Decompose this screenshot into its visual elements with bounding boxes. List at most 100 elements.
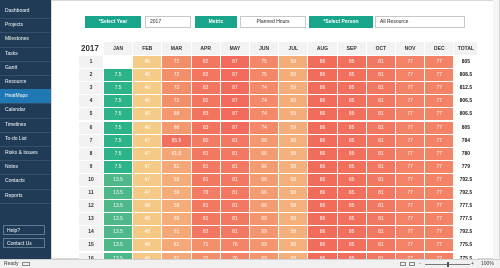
help-button[interactable]: Help? — [3, 225, 45, 235]
heatmap-cell[interactable]: 77 — [425, 226, 455, 240]
heatmap-cell[interactable]: 77 — [396, 239, 426, 253]
heatmap-cell[interactable]: 87 — [220, 56, 250, 70]
heatmap-cell[interactable]: 66 — [250, 173, 280, 187]
heatmap-cell[interactable]: 61.5 — [162, 147, 192, 161]
heatmap-cell[interactable]: 81 — [366, 147, 396, 161]
heatmap-cell[interactable]: 77 — [425, 160, 455, 174]
heatmap-cell[interactable]: 13.5 — [104, 187, 134, 201]
heatmap-cell[interactable]: 85 — [337, 173, 367, 187]
heatmap-cell[interactable]: 82 — [191, 82, 221, 96]
heatmap-cell[interactable]: 77 — [396, 213, 426, 227]
heatmap-cell[interactable]: 85 — [337, 69, 367, 83]
heatmap-cell[interactable]: 7.5 — [104, 108, 134, 122]
heatmap-cell[interactable]: 72 — [162, 56, 192, 70]
heatmap-cell[interactable]: 74 — [250, 108, 280, 122]
heatmap-cell[interactable]: 74 — [250, 121, 280, 135]
heatmap-cell[interactable]: 81 — [366, 226, 396, 240]
heatmap-cell[interactable]: 59 — [162, 200, 192, 214]
heatmap-cell[interactable]: 86 — [308, 82, 338, 96]
heatmap-cell[interactable]: 83 — [191, 121, 221, 135]
heatmap-cell[interactable]: 76 — [220, 239, 250, 253]
heatmap-cell[interactable]: 13.5 — [104, 213, 134, 227]
select-year-dropdown[interactable]: 2017 — [145, 16, 191, 28]
heatmap-cell[interactable]: 59 — [162, 173, 192, 187]
heatmap-cell[interactable]: 61 — [162, 239, 192, 253]
heatmap-cell[interactable]: 81 — [366, 239, 396, 253]
heatmap-cell[interactable]: 72 — [162, 82, 192, 96]
heatmap-cell[interactable]: 66 — [250, 187, 280, 201]
heatmap-cell[interactable]: 81 — [366, 160, 396, 174]
heatmap-cell[interactable]: 46 — [133, 121, 163, 135]
heatmap-cell[interactable]: 77 — [425, 95, 455, 109]
heatmap-cell[interactable]: 58 — [279, 200, 309, 214]
heatmap-cell[interactable]: 48 — [133, 200, 163, 214]
heatmap-cell[interactable]: 46 — [133, 95, 163, 109]
heatmap-cell[interactable]: 81 — [220, 200, 250, 214]
heatmap-cell[interactable]: 77 — [396, 134, 426, 148]
heatmap-cell[interactable]: 83 — [191, 108, 221, 122]
heatmap-cell[interactable]: 85 — [337, 200, 367, 214]
heatmap-cell[interactable]: 69 — [250, 239, 280, 253]
heatmap-cell[interactable]: 85 — [337, 95, 367, 109]
heatmap-cell[interactable]: 81 — [366, 121, 396, 135]
sidebar-item-dashboard[interactable]: Dashboard — [0, 4, 51, 18]
heatmap-cell[interactable]: 59 — [162, 213, 192, 227]
contact-us-button[interactable]: Contact Us — [3, 238, 45, 248]
heatmap-cell[interactable]: 58 — [279, 147, 309, 161]
heatmap-cell[interactable]: 77 — [396, 200, 426, 214]
sidebar-item-timelines[interactable]: Timelines — [0, 118, 51, 132]
heatmap-cell[interactable]: 85 — [337, 239, 367, 253]
heatmap-cell[interactable]: 46 — [133, 56, 163, 70]
heatmap-cell[interactable]: 81 — [366, 69, 396, 83]
heatmap-cell[interactable]: 82 — [191, 69, 221, 83]
heatmap-cell[interactable]: 77 — [396, 173, 426, 187]
heatmap-cell[interactable]: 86 — [308, 134, 338, 148]
heatmap-cell[interactable]: 77 — [396, 147, 426, 161]
heatmap-cell[interactable]: 77 — [425, 173, 455, 187]
heatmap-cell[interactable]: 75 — [250, 69, 280, 83]
heatmap-cell[interactable]: 81 — [366, 134, 396, 148]
heatmap-cell[interactable]: 7.5 — [104, 95, 134, 109]
heatmap-cell[interactable]: 7.5 — [104, 121, 134, 135]
heatmap-cell[interactable]: 86 — [308, 69, 338, 83]
heatmap-cell[interactable]: 13.5 — [104, 173, 134, 187]
heatmap-cell[interactable]: 77 — [396, 82, 426, 96]
heatmap-cell[interactable]: 61 — [162, 160, 192, 174]
heatmap-cell[interactable]: 81 — [191, 173, 221, 187]
heatmap-cell[interactable]: 7.5 — [104, 160, 134, 174]
heatmap-cell[interactable]: 68 — [162, 108, 192, 122]
heatmap-cell[interactable]: 46 — [133, 82, 163, 96]
heatmap-cell[interactable]: 85 — [337, 134, 367, 148]
zoom-slider-handle[interactable] — [447, 262, 449, 267]
heatmap-cell[interactable]: 7.5 — [104, 69, 134, 83]
heatmap-cell[interactable]: 81 — [220, 147, 250, 161]
heatmap-cell[interactable]: 87 — [220, 69, 250, 83]
heatmap-cell[interactable]: 81 — [366, 56, 396, 70]
heatmap-cell[interactable]: 81 — [366, 82, 396, 96]
heatmap-cell[interactable]: 86 — [308, 173, 338, 187]
heatmap-cell[interactable]: 77 — [425, 69, 455, 83]
heatmap-cell[interactable]: 58 — [279, 134, 309, 148]
page-layout-view-icon[interactable] — [409, 262, 415, 266]
heatmap-cell[interactable]: 87 — [220, 108, 250, 122]
heatmap-cell[interactable]: 86 — [308, 147, 338, 161]
heatmap-cell[interactable]: 7.5 — [104, 134, 134, 148]
heatmap-cell[interactable]: 77 — [425, 82, 455, 96]
heatmap-cell[interactable]: 77 — [396, 56, 426, 70]
heatmap-cell[interactable]: 59 — [279, 95, 309, 109]
heatmap-cell[interactable]: 81 — [366, 187, 396, 201]
heatmap-cell[interactable]: 81 — [220, 187, 250, 201]
heatmap-cell[interactable]: 72 — [162, 95, 192, 109]
heatmap-cell[interactable]: 82 — [191, 95, 221, 109]
metric-dropdown[interactable]: Planned Hours — [240, 16, 306, 28]
heatmap-cell[interactable]: 81 — [191, 200, 221, 214]
heatmap-cell[interactable]: 80 — [191, 134, 221, 148]
heatmap-cell[interactable]: 77 — [425, 239, 455, 253]
heatmap-cell[interactable]: 81 — [191, 160, 221, 174]
heatmap-cell[interactable]: 77 — [425, 187, 455, 201]
sidebar-item-calendar[interactable]: Calendar — [0, 103, 51, 117]
heatmap-cell[interactable]: 59 — [279, 69, 309, 83]
heatmap-cell[interactable]: 77 — [425, 200, 455, 214]
sidebar-item-milestones[interactable]: Milestones — [0, 32, 51, 46]
heatmap-cell[interactable]: 81 — [220, 213, 250, 227]
